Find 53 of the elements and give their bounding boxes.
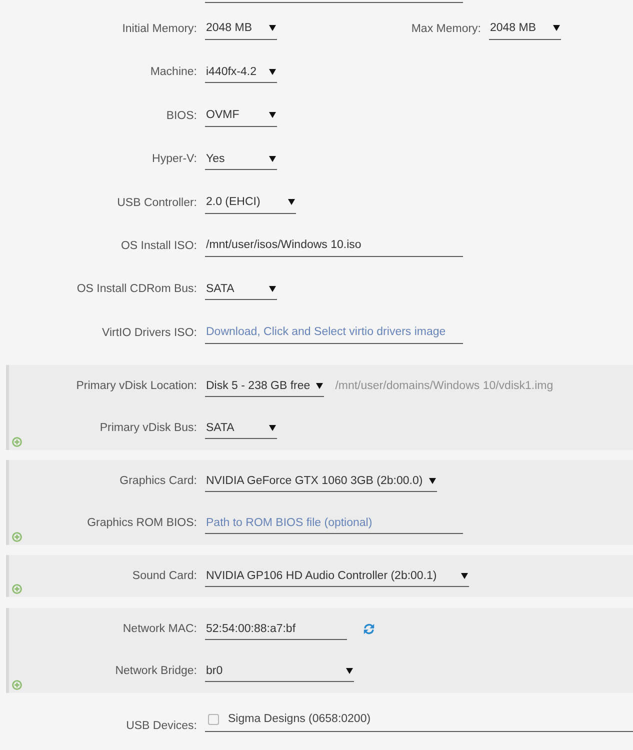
field-label: Max Memory: — [411, 22, 481, 35]
dropdown[interactable]: NVIDIA GeForce GTX 1060 3GB (2b:00.0) — [205, 470, 437, 492]
plus-circle-icon[interactable] — [12, 584, 22, 594]
dropdown[interactable]: NVIDIA GP106 HD Audio Controller (2b:00.1) — [205, 565, 469, 588]
plus-circle-icon[interactable] — [12, 436, 22, 447]
field-label: Primary vDisk Bus: — [100, 422, 197, 434]
input-field[interactable] — [205, 0, 463, 3]
plus-circle-icon[interactable] — [12, 680, 22, 690]
dropdown[interactable]: 2.0 (EHCI) — [205, 192, 296, 214]
dropdown[interactable]: 2048 MB — [489, 18, 561, 40]
checkbox[interactable] — [208, 714, 219, 724]
field-label: Initial Memory: — [122, 22, 197, 35]
refresh-icon[interactable] — [363, 623, 375, 636]
dropdown[interactable]: i440fx-4.2 — [205, 61, 277, 84]
input-field[interactable]: /mnt/user/isos/Windows 10.iso — [205, 234, 463, 257]
field-label: USB Devices: — [126, 720, 197, 732]
caret-icon — [269, 286, 276, 292]
plus-circle-icon[interactable] — [12, 532, 22, 542]
field-label: Primary vDisk Location: — [76, 380, 197, 392]
field-label: Sound Card: — [132, 570, 197, 582]
caret-icon — [461, 572, 468, 579]
checkbox-label[interactable]: Sigma Designs (0658:0200) — [228, 713, 371, 725]
dropdown[interactable]: OVMF — [205, 104, 277, 127]
dropdown[interactable]: br0 — [205, 660, 354, 682]
input-field[interactable]: 52:54:00:88:a7:bf — [205, 618, 347, 640]
caret-icon — [346, 668, 353, 674]
field-label: VirtIO Drivers ISO: — [102, 326, 197, 339]
field-label: OS Install CDRom Bus: — [76, 283, 197, 296]
field-label: Network MAC: — [122, 623, 197, 636]
field-label: Graphics ROM BIOS: — [87, 517, 197, 530]
field-label: Graphics Card: — [120, 475, 197, 488]
field-label: Network Bridge: — [115, 665, 197, 678]
caret-icon — [269, 424, 276, 431]
field-label: USB Controller: — [117, 196, 197, 209]
input-field[interactable]: Path to ROM BIOS file (optional) — [205, 512, 463, 534]
field-label: Hyper-V: — [152, 153, 197, 166]
dropdown[interactable]: SATA — [205, 278, 277, 300]
input-field[interactable]: Download, Click and Select virtio drivers image — [205, 322, 463, 344]
caret-icon — [428, 478, 436, 484]
field-label: Machine: — [150, 66, 197, 78]
dropdown[interactable]: Yes — [205, 148, 277, 170]
caret-icon — [269, 25, 276, 32]
dropdown[interactable]: SATA — [205, 417, 277, 440]
caret-icon — [553, 25, 560, 32]
field-label: OS Install ISO: — [120, 240, 197, 252]
caret-icon — [316, 382, 324, 389]
caret-icon — [269, 112, 276, 118]
dropdown[interactable]: 2048 MB — [205, 18, 277, 40]
caret-icon — [288, 199, 295, 206]
caret-icon — [269, 68, 276, 75]
field-label: BIOS: — [166, 110, 197, 122]
caret-icon — [269, 156, 276, 162]
dropdown[interactable]: Disk 5 - 238 GB free — [205, 375, 324, 398]
